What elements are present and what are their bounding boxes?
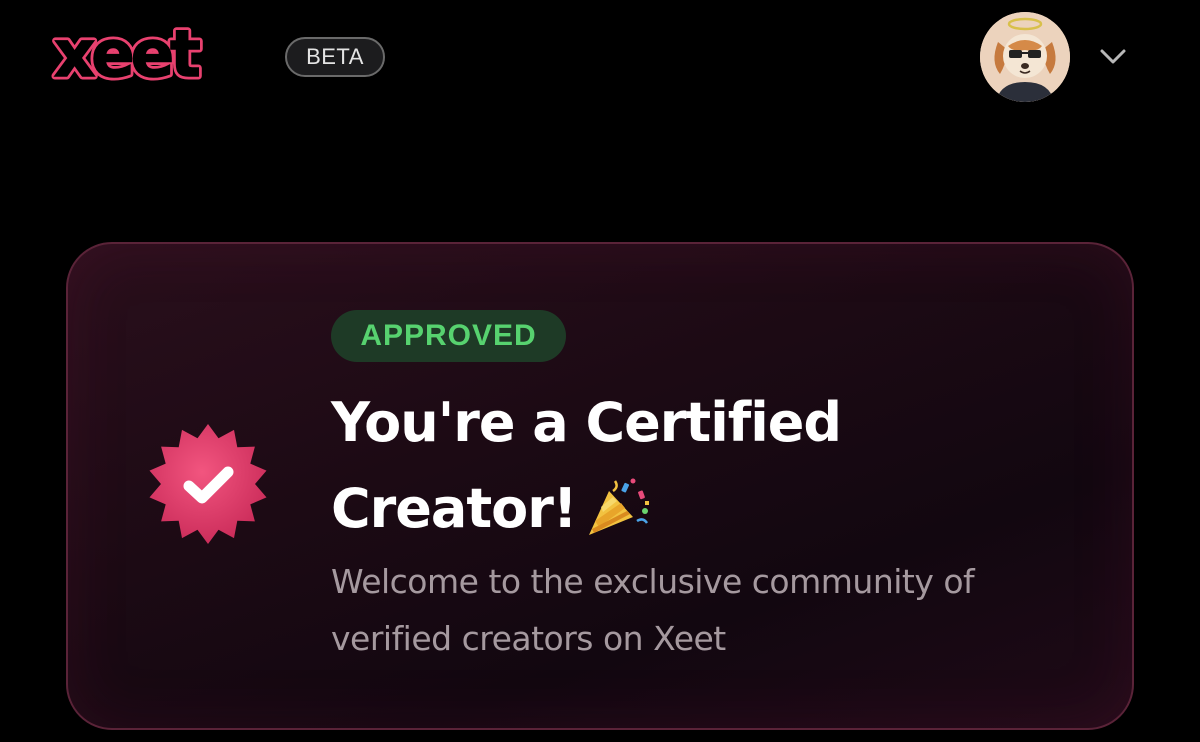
verified-badge-icon <box>146 422 270 546</box>
card-title: You're a Certified Creator! <box>331 380 971 552</box>
avatar-dog-halo-icon <box>980 12 1070 102</box>
chevron-down-icon <box>1100 49 1126 64</box>
xeet-logo[interactable]: xeet xeet <box>46 15 260 96</box>
card-subtitle: Welcome to the exclusive community of ve… <box>331 562 975 658</box>
user-avatar[interactable] <box>980 12 1070 102</box>
card-title-line1: You're a Certified <box>331 391 842 454</box>
card-title-line2: Creator! <box>331 477 577 540</box>
svg-text:xeet: xeet <box>54 24 200 90</box>
approved-status-badge: APPROVED <box>331 310 566 362</box>
xeet-logo-mark: xeet xeet <box>51 15 208 96</box>
party-popper-icon <box>588 478 649 536</box>
beta-badge: BETA <box>285 37 385 77</box>
card-title-line2-row: Creator! <box>331 466 971 552</box>
account-menu-chevron[interactable] <box>1096 42 1130 70</box>
page: xeet xeet BETA APPROVED You're a Certifi… <box>0 0 1200 742</box>
